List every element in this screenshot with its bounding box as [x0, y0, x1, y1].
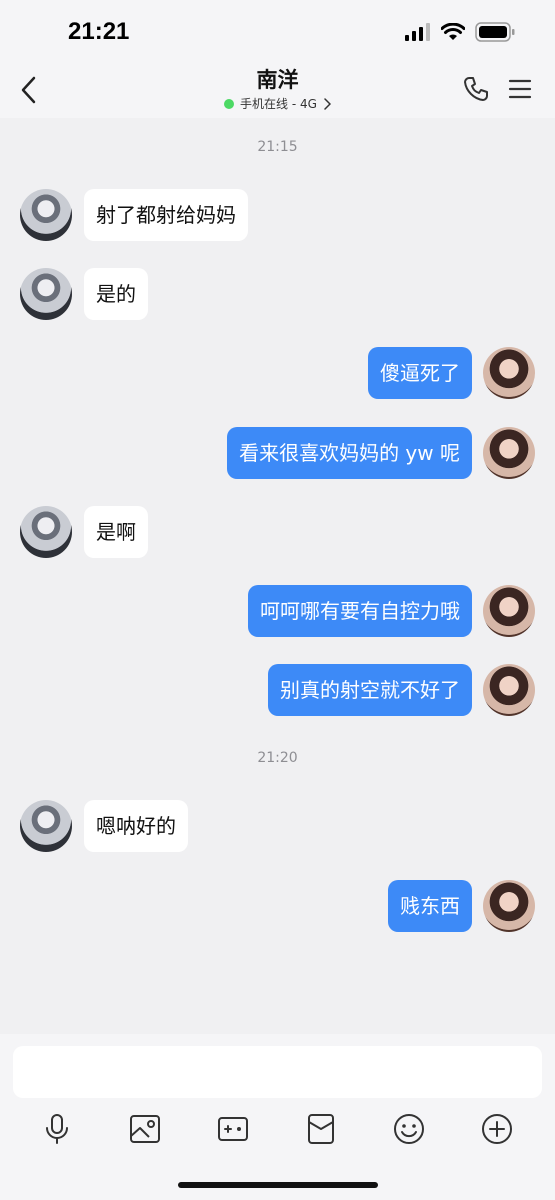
message-row-incoming: 射了都射给妈妈: [0, 189, 555, 245]
user-avatar[interactable]: [483, 664, 535, 716]
more-button[interactable]: [480, 1112, 514, 1146]
message-bubble-outgoing[interactable]: 看来很喜欢妈妈的 yw 呢: [227, 427, 472, 479]
message-timestamp: 21:20: [257, 750, 298, 766]
phone-icon: [462, 75, 490, 103]
signal-icon: [405, 23, 431, 41]
contact-avatar[interactable]: [20, 800, 72, 852]
chat-message-list[interactable]: 21:15 射了都射给妈妈 是的 傻逼死了 看来很喜欢妈妈的 yw 呢 是啊 呵…: [0, 118, 555, 1034]
composer-toolbar: [0, 1106, 555, 1150]
message-row-outgoing: 贱东西: [0, 880, 555, 936]
emoji-button[interactable]: [392, 1112, 426, 1146]
chevron-right-icon: [323, 97, 331, 110]
message-bubble-outgoing[interactable]: 呵呵哪有要有自控力哦: [248, 585, 472, 637]
user-avatar[interactable]: [483, 347, 535, 399]
online-status-dot: [224, 98, 235, 109]
message-bubble-incoming[interactable]: 是啊: [84, 506, 148, 558]
message-bubble-outgoing[interactable]: 傻逼死了: [368, 347, 472, 399]
contact-avatar[interactable]: [20, 189, 72, 241]
message-bubble-outgoing[interactable]: 贱东西: [388, 880, 472, 932]
status-time: 21:21: [68, 18, 130, 45]
user-avatar[interactable]: [483, 585, 535, 637]
message-row-incoming: 是啊: [0, 506, 555, 562]
message-bubble-outgoing[interactable]: 别真的射空就不好了: [268, 664, 472, 716]
user-avatar[interactable]: [483, 880, 535, 932]
battery-icon: [475, 22, 515, 42]
message-row-outgoing: 看来很喜欢妈妈的 yw 呢: [0, 427, 555, 483]
wifi-icon: [441, 23, 465, 41]
message-bubble-incoming[interactable]: 嗯呐好的: [84, 800, 188, 852]
menu-button[interactable]: [507, 76, 533, 102]
camera-icon: [217, 1114, 249, 1144]
contact-status-text: 手机在线 - 4G: [240, 97, 317, 111]
image-icon: [129, 1114, 161, 1144]
message-bubble-incoming[interactable]: 射了都射给妈妈: [84, 189, 248, 241]
contact-avatar[interactable]: [20, 506, 72, 558]
message-input[interactable]: [13, 1046, 542, 1098]
message-row-outgoing: 别真的射空就不好了: [0, 664, 555, 720]
contact-avatar[interactable]: [20, 268, 72, 320]
emoji-icon: [393, 1113, 425, 1145]
chat-header: 南洋 手机在线 - 4G: [0, 60, 555, 118]
message-timestamp: 21:15: [257, 139, 298, 155]
message-row-outgoing: 呵呵哪有要有自控力哦: [0, 585, 555, 641]
message-composer: [0, 1034, 555, 1200]
status-icons: [405, 22, 515, 42]
red-packet-icon: [306, 1113, 336, 1145]
message-bubble-incoming[interactable]: 是的: [84, 268, 148, 320]
camera-button[interactable]: [216, 1112, 250, 1146]
message-row-incoming: 是的: [0, 268, 555, 324]
message-row-outgoing: 傻逼死了: [0, 347, 555, 403]
red-packet-button[interactable]: [304, 1112, 338, 1146]
plus-icon: [481, 1113, 513, 1145]
call-button[interactable]: [461, 74, 491, 104]
voice-button[interactable]: [40, 1112, 74, 1146]
user-avatar[interactable]: [483, 427, 535, 479]
menu-icon: [508, 78, 532, 100]
message-row-incoming: 嗯呐好的: [0, 800, 555, 856]
home-indicator[interactable]: [178, 1182, 378, 1188]
status-bar: 21:21: [0, 0, 555, 60]
image-button[interactable]: [128, 1112, 162, 1146]
microphone-icon: [42, 1113, 72, 1145]
